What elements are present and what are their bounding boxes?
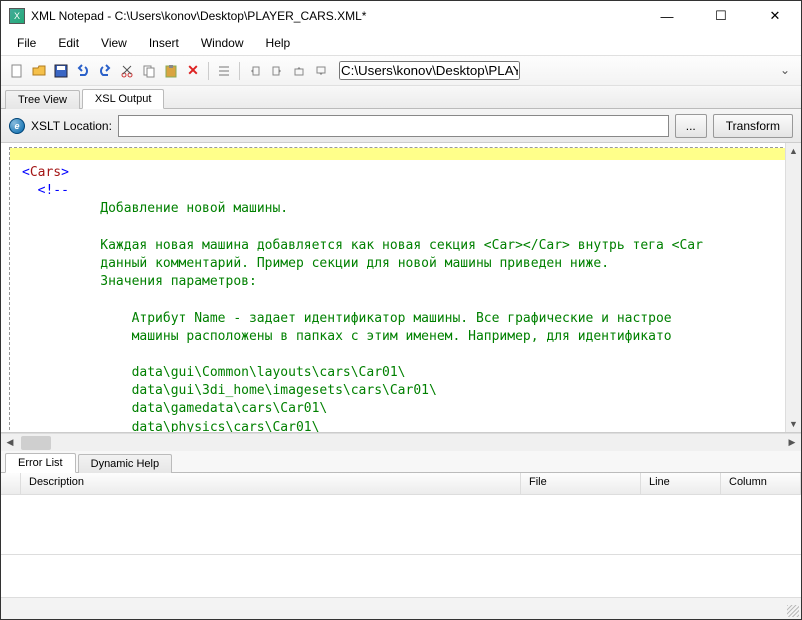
menu-help[interactable]: Help <box>256 33 301 53</box>
minimize-button[interactable]: — <box>649 4 685 28</box>
menu-insert[interactable]: Insert <box>139 33 189 53</box>
indent-icon[interactable] <box>214 61 234 81</box>
toolbar: ✕ <box>1 55 801 85</box>
app-icon: X <box>9 8 25 24</box>
maximize-button[interactable]: ☐ <box>703 4 739 28</box>
menubar: File Edit View Insert Window Help <box>1 31 801 55</box>
bottom-tabs: Error List Dynamic Help <box>1 451 801 473</box>
col-column[interactable]: Column <box>721 473 801 494</box>
app-window: X XML Notepad - C:\Users\konov\Desktop\P… <box>0 0 802 620</box>
col-line[interactable]: Line <box>641 473 721 494</box>
scroll-down-icon[interactable]: ▼ <box>786 416 801 432</box>
scroll-right-icon[interactable]: ▶ <box>783 437 801 448</box>
nudge-down-icon[interactable] <box>311 61 331 81</box>
col-icon[interactable] <box>1 473 21 494</box>
xslt-location-input[interactable] <box>118 115 669 137</box>
tab-xsl-output[interactable]: XSL Output <box>82 89 164 109</box>
tab-error-list[interactable]: Error List <box>5 453 76 473</box>
view-tabs: Tree View XSL Output <box>1 85 801 109</box>
browse-button[interactable]: ... <box>675 114 707 138</box>
copy-icon[interactable] <box>139 61 159 81</box>
xslt-location-label: XSLT Location: <box>31 119 112 133</box>
scroll-thumb[interactable] <box>21 436 51 450</box>
window-title: XML Notepad - C:\Users\konov\Desktop\PLA… <box>31 9 649 23</box>
window-controls: — ☐ ✕ <box>649 4 793 28</box>
menu-view[interactable]: View <box>91 33 137 53</box>
horizontal-scrollbar[interactable]: ◀ ▶ <box>1 433 801 451</box>
code-view[interactable]: <Cars> <!-- Добавление новой машины. Каж… <box>10 160 792 433</box>
vertical-scrollbar[interactable]: ▲ ▼ <box>785 143 801 432</box>
menu-edit[interactable]: Edit <box>48 33 89 53</box>
error-table-body <box>1 495 801 555</box>
scroll-left-icon[interactable]: ◀ <box>1 437 19 448</box>
redo-icon[interactable] <box>95 61 115 81</box>
tab-dynamic-help[interactable]: Dynamic Help <box>78 454 172 473</box>
paste-icon[interactable] <box>161 61 181 81</box>
statusbar <box>1 597 801 619</box>
undo-icon[interactable] <box>73 61 93 81</box>
output-frame: <Cars> <!-- Добавление новой машины. Каж… <box>9 147 793 433</box>
xsl-output-pane: <Cars> <!-- Добавление новой машины. Каж… <box>1 143 801 433</box>
delete-icon[interactable]: ✕ <box>183 61 203 81</box>
toolbar-separator <box>239 62 240 80</box>
transform-button[interactable]: Transform <box>713 114 793 138</box>
highlight-bar <box>10 148 792 160</box>
xslt-toolbar: e XSLT Location: ... Transform <box>1 109 801 143</box>
path-combo-wrap <box>339 61 795 80</box>
resize-grip-icon[interactable] <box>787 605 799 617</box>
tab-tree-view[interactable]: Tree View <box>5 90 80 109</box>
toolbar-separator <box>208 62 209 80</box>
file-path-combo[interactable] <box>339 61 520 80</box>
nudge-left-icon[interactable] <box>245 61 265 81</box>
close-button[interactable]: ✕ <box>757 4 793 28</box>
ie-icon: e <box>9 118 25 134</box>
error-table-header: Description File Line Column <box>1 473 801 495</box>
menu-window[interactable]: Window <box>191 33 254 53</box>
col-description[interactable]: Description <box>21 473 521 494</box>
cut-icon[interactable] <box>117 61 137 81</box>
new-file-icon[interactable] <box>7 61 27 81</box>
open-file-icon[interactable] <box>29 61 49 81</box>
menu-file[interactable]: File <box>7 33 46 53</box>
titlebar: X XML Notepad - C:\Users\konov\Desktop\P… <box>1 1 801 31</box>
save-icon[interactable] <box>51 61 71 81</box>
scroll-up-icon[interactable]: ▲ <box>786 143 801 159</box>
nudge-up-icon[interactable] <box>289 61 309 81</box>
col-file[interactable]: File <box>521 473 641 494</box>
nudge-right-icon[interactable] <box>267 61 287 81</box>
